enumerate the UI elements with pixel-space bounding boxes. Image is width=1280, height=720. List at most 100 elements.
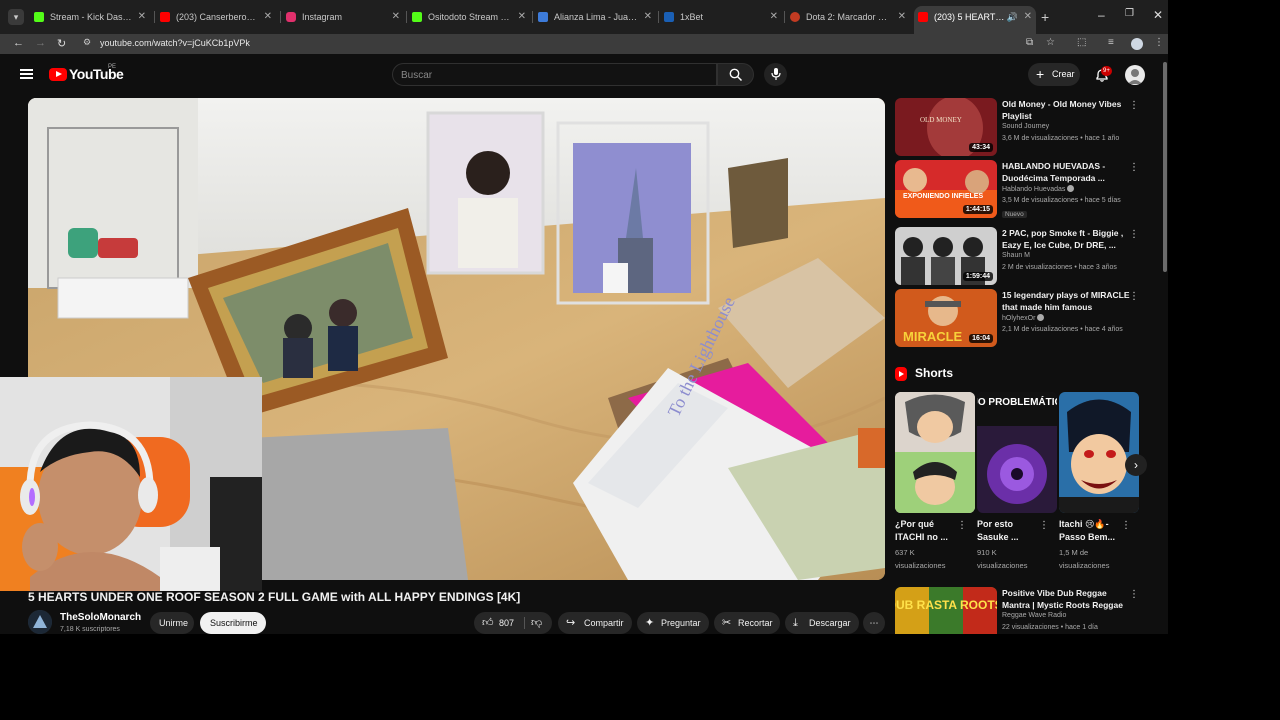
recommendation-item[interactable]: MIRACLE 16:04 15 legendary plays of MIRA… [895, 289, 1147, 347]
browser-menu-icon[interactable]: ⋮ [1154, 37, 1164, 48]
site-info-icon[interactable]: ⚙ [83, 37, 91, 48]
back-icon[interactable]: ← [13, 37, 24, 49]
short-item[interactable]: ¿Por qué ITACHI no ... 637 K visualizaci… [895, 392, 975, 572]
video-thumbnail[interactable]: OLD MONEY 43:34 [895, 98, 997, 156]
more-vertical-icon[interactable]: ⋮ [957, 520, 967, 531]
menu-icon[interactable] [20, 69, 33, 79]
more-vertical-icon[interactable]: ⋮ [1129, 162, 1139, 173]
recommendation-item[interactable]: EXPONIENDO INFIELES 1:44:15 HABLANDO HUE… [895, 160, 1147, 218]
plus-icon: + [1036, 66, 1045, 82]
kick-favicon-icon [412, 12, 422, 22]
video-thumbnail[interactable]: 1:59:44 [895, 227, 997, 285]
page-scrollbar[interactable] [1163, 62, 1167, 272]
youtube-favicon-icon [160, 12, 170, 22]
svg-text:MIRACLE: MIRACLE [903, 329, 963, 344]
video-thumbnail[interactable]: MIRACLE 16:04 [895, 289, 997, 347]
thumbs-down-icon[interactable]: 👎︎ [531, 612, 542, 634]
more-vertical-icon[interactable]: ⋮ [1129, 229, 1139, 240]
like-count[interactable]: 807 [499, 612, 514, 634]
close-tab-icon[interactable]: ✕ [264, 6, 272, 28]
tab-strip: ▾ Stream - Kick Dashboard ✕ (203) Canser… [0, 0, 1168, 34]
site-favicon-icon [790, 12, 800, 22]
video-thumbnail[interactable]: DUB RASTA ROOTS [895, 587, 997, 634]
minimize-icon[interactable]: – [1098, 8, 1105, 22]
more-horizontal-icon: ⋯ [869, 618, 879, 628]
new-tab-button[interactable]: + [1041, 9, 1049, 25]
share-button[interactable]: ↪ Compartir [558, 612, 632, 634]
extensions-icon[interactable]: ⬚ [1077, 37, 1086, 48]
more-vertical-icon[interactable]: ⋮ [1129, 589, 1139, 600]
youtube-logo-icon[interactable] [49, 68, 67, 81]
shorts-next-button[interactable]: › [1125, 454, 1147, 476]
thumbs-up-icon[interactable]: 👍︎ [482, 612, 494, 634]
channel-avatar[interactable] [28, 610, 52, 634]
svg-text:DUB RASTA ROOTS: DUB RASTA ROOTS [895, 598, 997, 612]
search-box[interactable] [392, 63, 717, 86]
close-tab-icon[interactable]: ✕ [138, 6, 146, 28]
close-tab-icon[interactable]: ✕ [770, 6, 778, 28]
short-thumbnail[interactable]: OJO PROBLEMÁTICO [977, 392, 1057, 513]
tab-active-youtube[interactable]: (203) 5 HEARTS UNDE 🔊 ✕ [914, 6, 1036, 34]
youtube-favicon-icon [918, 12, 928, 22]
tab-canserbero[interactable]: (203) Canserbero - Queres ✕ [156, 6, 276, 28]
close-tab-icon[interactable]: ✕ [644, 6, 652, 28]
audio-playing-icon[interactable]: 🔊 [1007, 6, 1018, 28]
subscribe-button[interactable]: Suscribirme [200, 612, 266, 634]
more-vertical-icon[interactable]: ⋮ [1129, 291, 1139, 302]
close-tab-icon[interactable]: ✕ [392, 6, 400, 28]
ask-button[interactable]: ✦ Preguntar [637, 612, 709, 634]
verified-icon [1067, 185, 1075, 192]
search-input[interactable] [401, 68, 701, 82]
channel-name[interactable]: TheSoloMonarch [60, 612, 141, 623]
more-vertical-icon[interactable]: ⋮ [1121, 520, 1131, 531]
short-item[interactable]: OJO PROBLEMÁTICO Por esto Sasuke ... 910… [977, 392, 1057, 572]
address-bar[interactable]: ⚙ youtube.com/watch?v=jCuKCb1pVPk [78, 34, 1098, 54]
close-tab-icon[interactable]: ✕ [898, 6, 906, 28]
install-app-icon[interactable]: ⧉ [1026, 37, 1033, 48]
tab-search-icon[interactable]: ▾ [8, 9, 24, 25]
tab-alianza-lima[interactable]: Alianza Lima - Juan Pablo ✕ [534, 6, 656, 28]
tab-kick-dashboard[interactable]: Stream - Kick Dashboard ✕ [30, 6, 150, 28]
recommendation-item[interactable]: 1:59:44 2 PAC, pop Smoke ft - Biggie , E… [895, 227, 1147, 285]
recommendation-item[interactable]: DUB RASTA ROOTS Positive Vibe Dub Reggae… [895, 587, 1147, 634]
svg-text:EXPONIENDO INFIELES: EXPONIENDO INFIELES [903, 193, 983, 200]
short-thumbnail[interactable] [895, 392, 975, 513]
maximize-icon[interactable]: ❐ [1125, 8, 1134, 19]
more-vertical-icon[interactable]: ⋮ [1129, 100, 1139, 111]
short-thumbnail[interactable] [1059, 392, 1139, 513]
media-control-icon[interactable]: ≡ [1108, 37, 1114, 48]
browser-toolbar: ← → ↻ ⚙ youtube.com/watch?v=jCuKCb1pVPk … [0, 34, 1168, 54]
like-dislike-group: 👍︎ 807 👎︎ [474, 612, 552, 634]
close-tab-icon[interactable]: ✕ [1024, 6, 1032, 28]
short-item[interactable]: Itachi 😢🔥- Passo Bem... 1,5 M de visuali… [1059, 392, 1139, 572]
tab-1xbet[interactable]: 1xBet ✕ [660, 6, 782, 28]
site-favicon-icon [664, 12, 674, 22]
window-close-icon[interactable]: ✕ [1153, 8, 1163, 22]
tab-instagram[interactable]: Instagram ✕ [282, 6, 404, 28]
account-avatar[interactable] [1125, 65, 1145, 85]
tab-dota2-scores[interactable]: Dota 2: Marcador en vivo ✕ [786, 6, 910, 28]
kick-favicon-icon [34, 12, 44, 22]
streamer-camera [0, 377, 262, 591]
create-button[interactable]: + Crear [1028, 63, 1080, 86]
forward-icon[interactable]: → [35, 37, 46, 49]
instagram-favicon-icon [286, 12, 296, 22]
join-button[interactable]: Unirme [150, 612, 194, 634]
tab-ositodoto-stream[interactable]: Ositodoto Stream - Watch ✕ [408, 6, 530, 28]
chevron-right-icon: › [1134, 458, 1138, 472]
video-title: 5 HEARTS UNDER ONE ROOF SEASON 2 FULL GA… [28, 590, 521, 604]
search-button[interactable] [717, 63, 754, 86]
download-button[interactable]: ⤓ Descargar [785, 612, 859, 634]
notifications-badge: 9+ [1101, 66, 1112, 76]
bookmark-star-icon[interactable]: ☆ [1046, 37, 1055, 48]
clip-button[interactable]: ✂ Recortar [714, 612, 780, 634]
more-actions-button[interactable]: ⋯ [863, 612, 885, 634]
recommendation-item[interactable]: OLD MONEY 43:34 Old Money - Old Money Vi… [895, 98, 1147, 156]
reload-icon[interactable]: ↻ [57, 37, 66, 50]
browser-profile-avatar[interactable] [1131, 38, 1143, 50]
close-tab-icon[interactable]: ✕ [518, 6, 526, 28]
voice-search-button[interactable] [764, 63, 787, 86]
video-thumbnail[interactable]: EXPONIENDO INFIELES 1:44:15 [895, 160, 997, 218]
search-icon [729, 68, 743, 82]
more-vertical-icon[interactable]: ⋮ [1039, 520, 1049, 531]
